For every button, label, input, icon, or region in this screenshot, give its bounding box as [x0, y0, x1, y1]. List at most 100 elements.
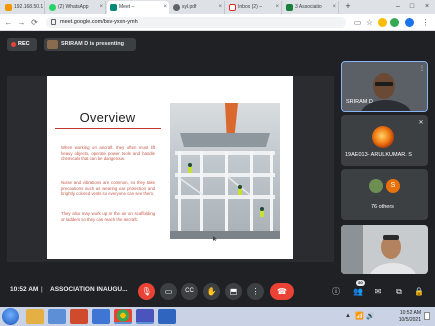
- mic-off-button[interactable]: 🎙: [138, 283, 155, 300]
- self-view-tile[interactable]: [341, 225, 428, 274]
- taskbar-clock-date[interactable]: 10/5/2021: [399, 317, 421, 323]
- word-icon[interactable]: [158, 309, 176, 324]
- present-button[interactable]: ⬒: [225, 283, 242, 300]
- forward-arrow-icon[interactable]: →: [16, 17, 27, 28]
- tab-label: Inbox (2) –: [238, 4, 262, 10]
- notifications-icon[interactable]: [424, 312, 430, 320]
- participant-count-badge: 80: [356, 280, 365, 286]
- captions-icon: CC: [185, 288, 194, 294]
- windows-start-icon[interactable]: [2, 308, 19, 325]
- extension-icon[interactable]: [390, 18, 399, 27]
- gmail-favicon-icon: [229, 4, 236, 11]
- mic-off-icon: ✕: [418, 120, 424, 126]
- record-dot-icon: [11, 42, 16, 47]
- whatsapp-favicon-icon: [49, 4, 56, 11]
- back-arrow-icon[interactable]: ←: [3, 17, 14, 28]
- browser-tab-strip: 192.168.50.1 (2) WhatsApp × Meet – × syl…: [0, 0, 435, 14]
- volume-icon[interactable]: 🔊: [366, 312, 375, 320]
- lock-icon[interactable]: 🔒: [413, 286, 425, 298]
- aircraft-scaffolding-illustration: [170, 103, 280, 239]
- hand-icon: ✋: [206, 287, 217, 296]
- others-tile[interactable]: S 76 others: [341, 169, 428, 220]
- leave-call-button[interactable]: ☎: [270, 283, 294, 300]
- slide-title: Overview: [79, 110, 136, 125]
- bookmark-star-icon[interactable]: ☆: [364, 17, 375, 28]
- activities-icon[interactable]: ⧉: [393, 286, 405, 298]
- raise-hand-button[interactable]: ✋: [203, 283, 220, 300]
- others-count: 76 others: [371, 204, 394, 210]
- captions-button[interactable]: CC: [181, 283, 198, 300]
- participant-avatar: S: [386, 179, 400, 193]
- app-icon[interactable]: [92, 309, 110, 324]
- show-hidden-icons-icon[interactable]: ▲: [345, 313, 351, 319]
- tab-pdf[interactable]: syl.pdf ×: [170, 1, 225, 14]
- close-tab-icon[interactable]: ×: [332, 1, 336, 14]
- close-window-icon[interactable]: ×: [420, 0, 434, 14]
- address-bar: ← → ⟳ meet.google.com/bsv-yxxn-ymh ▭ ☆ ⋮: [0, 14, 435, 31]
- file-explorer-icon[interactable]: [26, 309, 44, 324]
- new-tab-button[interactable]: +: [341, 0, 355, 14]
- self-video: [341, 225, 428, 274]
- teams-icon[interactable]: [136, 309, 154, 324]
- slide-paragraph: Noise and vibrations are common, so they…: [61, 180, 155, 197]
- recording-badge: REC: [7, 38, 37, 51]
- chat-icon[interactable]: ✉: [372, 286, 384, 298]
- participant-avatar: [372, 126, 394, 148]
- camera-button[interactable]: ▭: [160, 283, 177, 300]
- rec-label: REC: [18, 41, 30, 47]
- url-omnibox[interactable]: meet.google.com/bsv-yxxn-ymh: [46, 17, 346, 28]
- slide-paragraph: When working on aircraft, they often mus…: [61, 145, 155, 162]
- presenter-avatar: [47, 40, 58, 49]
- end-call-icon: ☎: [277, 287, 287, 296]
- separator: |: [41, 286, 43, 293]
- meeting-details-icon[interactable]: ⓘ: [330, 286, 342, 298]
- meet-favicon-icon: [110, 4, 117, 11]
- more-options-icon[interactable]: ⋮: [418, 65, 426, 73]
- tab-gmail[interactable]: Inbox (2) – ×: [226, 1, 282, 14]
- tab-whatsapp[interactable]: (2) WhatsApp ×: [46, 1, 106, 14]
- media-player-icon[interactable]: [48, 309, 66, 324]
- close-tab-icon[interactable]: ×: [99, 1, 103, 14]
- network-icon[interactable]: 📶: [355, 312, 364, 320]
- url-text[interactable]: meet.google.com/bsv-yxxn-ymh: [60, 17, 138, 28]
- taskbar-clock-time[interactable]: 10:52 AM: [400, 310, 421, 316]
- close-tab-icon[interactable]: ×: [218, 1, 222, 14]
- extension-icon[interactable]: [378, 18, 387, 27]
- tab-router[interactable]: 192.168.50.1: [2, 1, 45, 14]
- maximize-icon[interactable]: □: [405, 0, 419, 14]
- minimize-icon[interactable]: –: [391, 0, 405, 14]
- tab-label: (2) WhatsApp: [58, 4, 89, 10]
- aircraft-maintenance-photo: [170, 103, 280, 239]
- tab-label: Meet –: [119, 4, 135, 10]
- participant-tile-arulkumar[interactable]: ✕ 19AE013- ARULKUMAR. S: [341, 115, 428, 166]
- present-screen-icon: ⬒: [229, 287, 238, 296]
- browser-menu-icon[interactable]: ⋮: [420, 17, 431, 28]
- mic-off-icon: 🎙: [141, 287, 152, 296]
- drive-favicon-icon: [286, 4, 293, 11]
- tab-label: 3 Associatio: [295, 4, 322, 10]
- more-vert-icon: ⋮: [251, 287, 260, 296]
- more-options-button[interactable]: ⋮: [247, 283, 264, 300]
- camera-icon[interactable]: ▭: [352, 17, 363, 28]
- people-icon[interactable]: 👥: [352, 286, 364, 298]
- chrome-icon[interactable]: [114, 309, 132, 324]
- tab-label: syl.pdf: [182, 4, 197, 10]
- slide-paragraph: They also may work up in the air on scaf…: [61, 211, 155, 222]
- meet-header: REC SRIRAM D is presenting: [0, 31, 435, 58]
- presenting-badge: SRIRAM D is presenting: [44, 38, 136, 51]
- app-icon[interactable]: [70, 309, 88, 324]
- close-tab-icon[interactable]: ×: [163, 1, 167, 14]
- participant-tile-sriram[interactable]: SRIRAM D ⋮: [341, 61, 428, 112]
- lock-icon: [51, 19, 56, 25]
- reload-icon[interactable]: ⟳: [29, 17, 40, 28]
- system-tray: ▲ 📶 🔊 10:52 AM 10/5/2021: [341, 309, 431, 324]
- camera-icon: ▭: [164, 287, 173, 296]
- profile-avatar-icon[interactable]: [405, 18, 414, 27]
- participant-name: 19AE013- ARULKUMAR. S: [345, 152, 412, 158]
- close-tab-icon[interactable]: ×: [275, 1, 279, 14]
- windows-taskbar: ▲ 📶 🔊 10:52 AM 10/5/2021: [0, 307, 435, 326]
- tab-meet[interactable]: Meet – ×: [107, 1, 169, 14]
- tab-association[interactable]: 3 Associatio ×: [283, 1, 339, 14]
- participant-name: SRIRAM D: [346, 99, 373, 105]
- router-favicon-icon: [5, 4, 12, 11]
